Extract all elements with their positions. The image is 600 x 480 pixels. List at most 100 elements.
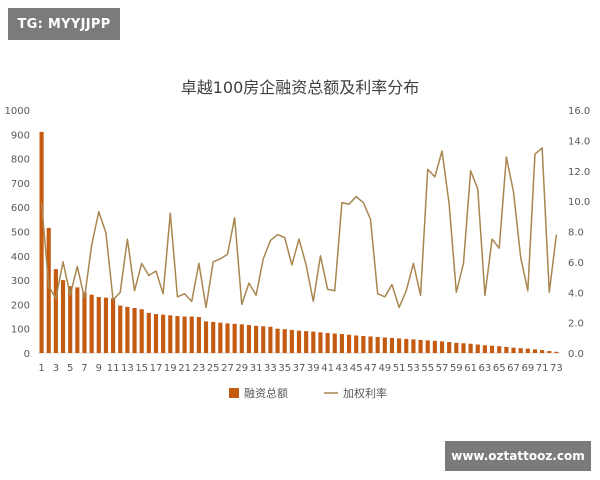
- x-tick-label: 57: [436, 363, 449, 374]
- y2-tick-label: 8.0: [568, 228, 584, 239]
- x-tick-label: 59: [450, 363, 463, 374]
- legend-label-bar: 融资总额: [244, 386, 288, 400]
- y-axis-left: 0 100 200 300 400 500 600 700 800 900 1000: [5, 106, 30, 360]
- bar: [404, 338, 409, 353]
- y2-tick-label: 6.0: [568, 258, 584, 269]
- chart-canvas: 卓越100房企融资总额及利率分布 0 100 200 300 400 500 600 700 8…: [5, 78, 591, 400]
- bar: [411, 339, 416, 353]
- bar: [461, 343, 466, 353]
- bar: [39, 131, 44, 353]
- bar: [211, 321, 216, 353]
- bar: [68, 286, 73, 353]
- x-tick-label: 1: [38, 363, 44, 374]
- bar: [132, 308, 137, 353]
- y2-tick-label: 16.0: [568, 106, 590, 117]
- x-tick-label: 13: [121, 363, 134, 374]
- x-tick-label: 31: [250, 363, 263, 374]
- y-tick-label: 700: [11, 179, 30, 190]
- bar: [346, 334, 352, 353]
- legend: 融资总额 加权利率: [229, 386, 387, 400]
- bar: [425, 340, 430, 353]
- bar: [296, 330, 302, 353]
- bar: [368, 336, 373, 353]
- bar: [175, 316, 180, 353]
- x-tick-label: 51: [393, 363, 406, 374]
- x-tick-label: 11: [107, 363, 120, 374]
- bar: [239, 324, 244, 353]
- y-tick-label: 900: [11, 130, 30, 141]
- bar: [96, 297, 101, 353]
- x-tick-label: 47: [364, 363, 377, 374]
- x-tick-label: 53: [407, 363, 420, 374]
- y-tick-label: 400: [11, 252, 30, 263]
- y-tick-label: 200: [11, 300, 30, 311]
- watermark-bottom-right: www.oztattooz.com: [445, 441, 591, 471]
- chart-title: 卓越100房企融资总额及利率分布: [181, 78, 420, 97]
- bar: [332, 333, 337, 353]
- rate-line: [40, 147, 558, 309]
- x-tick-label: 3: [53, 363, 59, 374]
- x-tick-label: 69: [521, 363, 534, 374]
- x-tick-label: 27: [221, 363, 234, 374]
- y2-tick-label: 14.0: [568, 136, 590, 147]
- y-axis-right: 0.0 2.0 4.0 6.0 8.0 10.0 12.0 14.0 16.0: [568, 106, 590, 360]
- x-tick-label: 63: [479, 363, 492, 374]
- x-tick-label: 61: [464, 363, 477, 374]
- y-tick-label: 300: [11, 276, 30, 287]
- bar: [497, 346, 502, 353]
- bar: [254, 325, 259, 353]
- x-tick-label: 19: [164, 363, 177, 374]
- bar: [389, 337, 395, 353]
- bar: [525, 348, 530, 353]
- bar: [289, 329, 294, 353]
- x-tick-label: 45: [350, 363, 363, 374]
- y2-tick-label: 10.0: [568, 197, 590, 208]
- x-tick-label: 35: [278, 363, 291, 374]
- bar: [246, 325, 252, 353]
- y-tick-label: 800: [11, 155, 30, 166]
- bar: [454, 342, 459, 353]
- x-tick-label: 23: [193, 363, 206, 374]
- bar: [547, 351, 552, 353]
- bar: [225, 323, 230, 353]
- bar: [489, 345, 495, 353]
- y2-tick-label: 12.0: [568, 167, 590, 178]
- bar: [196, 317, 201, 353]
- line-series: [40, 147, 558, 309]
- bar: [218, 322, 223, 353]
- bar: [182, 316, 187, 353]
- bar: [311, 331, 316, 353]
- bar: [439, 341, 445, 353]
- bar: [504, 346, 509, 353]
- bar: [111, 298, 116, 353]
- x-tick-label: 21: [178, 363, 191, 374]
- x-tick-label: 17: [150, 363, 163, 374]
- y-tick-label: 0: [24, 349, 30, 360]
- bar: [382, 337, 387, 353]
- bar: [53, 269, 58, 353]
- bar: [318, 332, 323, 353]
- bar: [432, 340, 437, 353]
- bar: [418, 339, 423, 353]
- bar: [354, 335, 359, 353]
- x-tick-label: 65: [493, 363, 506, 374]
- x-tick-label: 33: [264, 363, 277, 374]
- bar: [189, 316, 194, 353]
- bar: [375, 336, 380, 353]
- bar: [261, 326, 266, 353]
- y-tick-label: 600: [11, 203, 30, 214]
- y-tick-label: 1000: [5, 106, 30, 117]
- x-tick-label: 73: [550, 363, 563, 374]
- bar: [232, 323, 237, 353]
- x-tick-label: 43: [336, 363, 349, 374]
- bar: [540, 350, 545, 353]
- bar: [146, 312, 151, 353]
- legend-swatch-bar: [229, 388, 239, 398]
- bar: [282, 329, 287, 353]
- x-tick-label: 7: [81, 363, 87, 374]
- y-tick-label: 100: [11, 325, 30, 336]
- bar: [118, 305, 123, 353]
- bar: [139, 309, 144, 353]
- bar: [304, 331, 309, 353]
- bar: [397, 338, 402, 353]
